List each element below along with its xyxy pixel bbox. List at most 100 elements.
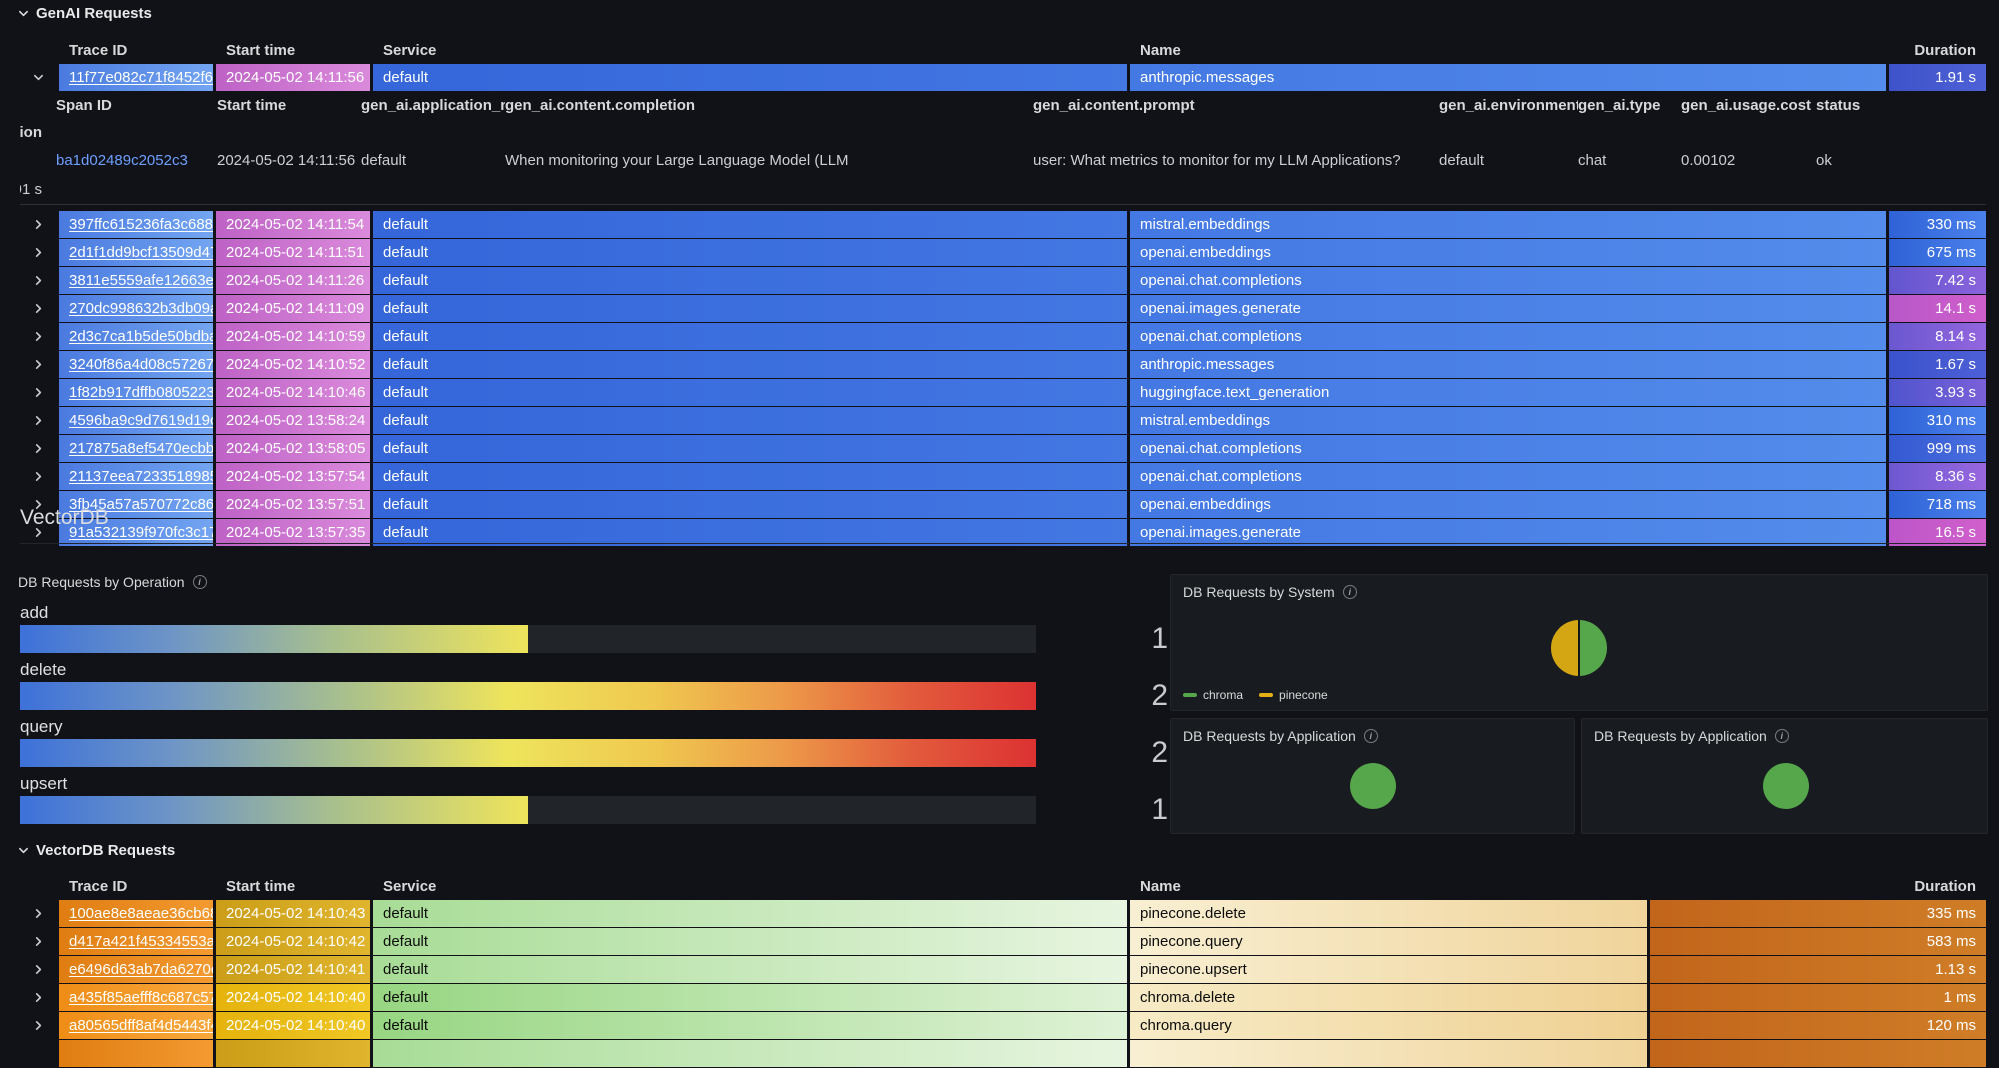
name-cell: chroma.delete [1130, 984, 1647, 1011]
info-icon[interactable]: i [1775, 729, 1789, 743]
chevron-right-icon [33, 415, 44, 426]
name-cell: pinecone.upsert [1130, 956, 1647, 983]
legend-item[interactable]: pinecone [1259, 688, 1328, 702]
row-expander[interactable] [20, 956, 56, 983]
duration-cell: 7.42 s [1889, 267, 1986, 294]
info-icon[interactable]: i [193, 575, 207, 589]
table-row: 100ae8e8aeae36cb68ba...2024-05-02 14:10:… [20, 900, 1986, 927]
genai-requests-section-header[interactable]: GenAI Requests [18, 5, 152, 22]
span-col-header[interactable]: Start time [217, 92, 361, 119]
col-header-trace-id[interactable]: Trace ID [59, 38, 213, 62]
row-expander[interactable] [20, 900, 56, 927]
row-expander[interactable] [20, 351, 56, 378]
info-icon[interactable]: i [1343, 585, 1357, 599]
trace-id-link[interactable]: 217875a8ef5470ecbb82... [69, 440, 213, 457]
span-col-header[interactable]: Duration [20, 119, 56, 146]
row-expander[interactable] [20, 64, 56, 91]
name-cell: pinecone.delete [1130, 900, 1647, 927]
row-expander[interactable] [20, 463, 56, 490]
bar-fill [20, 625, 528, 653]
app-panel-title[interactable]: DB Requests by Application i [1171, 719, 1574, 744]
span-col-header[interactable]: gen_ai.application_name [361, 92, 505, 119]
trace-id-link[interactable]: a435f85aefff8c687c575... [69, 989, 213, 1006]
col-header-name[interactable]: Name [1130, 874, 1647, 898]
table-row: e6496d63ab7da6270c1e...2024-05-02 14:10:… [20, 956, 1986, 983]
genai-traces-table: Trace ID Start time Service Name Duratio… [20, 38, 1986, 547]
duration-cell: 16.5 s [1889, 519, 1986, 546]
col-header-name[interactable]: Name [1130, 38, 1886, 62]
span-id-link[interactable]: ba1d02489c2052c3 [56, 152, 188, 169]
row-expander[interactable] [20, 984, 56, 1011]
duration-cell: 583 ms [1650, 928, 1986, 955]
table-row: 2d1f1dd9bcf13509d47ec...2024-05-02 14:11… [20, 239, 1986, 266]
system-panel-title[interactable]: DB Requests by System i [1171, 575, 1987, 600]
name-cell: openai.embeddings [1130, 239, 1886, 266]
trace-id-link[interactable]: 11f77e082c71f8452f6b6f... [69, 69, 213, 86]
col-header-service[interactable]: Service [373, 38, 1127, 62]
op-panel-title[interactable]: DB Requests by Operation i [18, 574, 207, 590]
vectordb-section-title: VectorDB [20, 506, 109, 530]
col-header-start-time[interactable]: Start time [216, 874, 370, 898]
service-cell: default [373, 463, 1127, 490]
trace-id-link[interactable]: 4596ba9c9d7619d19c07... [69, 412, 213, 429]
span-col-header[interactable]: gen_ai.content.completion [505, 92, 1033, 119]
trace-id-link[interactable]: a80565dff8af4d5443f48... [69, 1017, 213, 1034]
service-cell: default [373, 984, 1127, 1011]
row-expander[interactable] [20, 928, 56, 955]
trace-id-link[interactable]: 1f82b917dffb080522369... [69, 384, 213, 401]
name-cell: openai.embeddings [1130, 491, 1886, 518]
start-time-cell: 2024-05-02 14:10:40 [216, 984, 370, 1011]
row-expander[interactable] [20, 435, 56, 462]
span-col-header[interactable]: gen_ai.content.prompt [1033, 92, 1439, 119]
app-panel-title[interactable]: DB Requests by Application i [1582, 719, 1987, 744]
bar-value: 2 [1058, 735, 1168, 771]
span-id-cell[interactable]: ba1d02489c2052c3 [56, 146, 217, 175]
name-cell: openai.chat.completions [1130, 463, 1886, 490]
span-col-header[interactable]: Span ID [56, 92, 217, 119]
name-cell: mistral.embeddings [1130, 407, 1886, 434]
row-spacer [20, 146, 56, 173]
col-header-duration[interactable]: Duration [1889, 38, 1986, 62]
usage-cost-cell: 0.00102 [1681, 146, 1816, 175]
col-header-trace-id[interactable]: Trace ID [59, 874, 213, 898]
trace-id-link[interactable]: 2d3c7ca1b5de50bdba4e... [69, 328, 213, 345]
row-expander[interactable] [20, 1040, 56, 1067]
span-col-header[interactable]: gen_ai.type [1578, 92, 1681, 119]
col-header-service[interactable]: Service [373, 874, 1127, 898]
span-col-header[interactable]: gen_ai.usage.cost [1681, 92, 1816, 119]
legend-item[interactable]: chroma [1183, 688, 1243, 702]
row-expander[interactable] [20, 379, 56, 406]
row-expander[interactable] [20, 211, 56, 238]
trace-id-link[interactable]: 397ffc615236fa3c68850... [69, 216, 213, 233]
trace-id-link[interactable]: 100ae8e8aeae36cb68ba... [69, 905, 213, 922]
duration-cell: 14.1 s [1889, 295, 1986, 322]
row-expander[interactable] [20, 239, 56, 266]
row-expander[interactable] [20, 267, 56, 294]
trace-id-link[interactable]: 2d1f1dd9bcf13509d47ec... [69, 244, 213, 261]
info-icon[interactable]: i [1364, 729, 1378, 743]
trace-id-link[interactable]: 3240f86a4d08c57267a3... [69, 356, 213, 373]
vectordb-requests-section-header[interactable]: VectorDB Requests [18, 842, 175, 859]
trace-id-cell: 4596ba9c9d7619d19c07... [59, 407, 213, 434]
span-col-header[interactable]: status [1816, 92, 1986, 119]
row-expander[interactable] [20, 1012, 56, 1039]
span-col-header[interactable]: gen_ai.environment [1439, 92, 1578, 119]
trace-id-link[interactable]: d417a421f45334553aa03... [69, 933, 213, 950]
trace-id-cell: 2d1f1dd9bcf13509d47ec... [59, 239, 213, 266]
name-cell: openai.chat.completions [1130, 323, 1886, 350]
trace-id-cell: 3811e5559afe12663e355... [59, 267, 213, 294]
chevron-right-icon [33, 964, 44, 975]
chevron-right-icon [33, 908, 44, 919]
col-header-start-time[interactable]: Start time [216, 38, 370, 62]
col-header-duration[interactable]: Duration [1650, 874, 1986, 898]
duration-cell: 999 ms [1889, 435, 1986, 462]
trace-id-link[interactable]: 21137eea7233518985d65... [69, 468, 213, 485]
row-expander[interactable] [20, 407, 56, 434]
start-time-cell: 2024-05-02 14:11:26 [216, 267, 370, 294]
trace-id-link[interactable]: 270dc998632b3db09ac... [69, 300, 213, 317]
trace-id-link[interactable]: 3811e5559afe12663e355... [69, 272, 213, 289]
row-expander[interactable] [20, 295, 56, 322]
chevron-right-icon [33, 992, 44, 1003]
trace-id-link[interactable]: e6496d63ab7da6270c1e... [69, 961, 213, 978]
row-expander[interactable] [20, 323, 56, 350]
